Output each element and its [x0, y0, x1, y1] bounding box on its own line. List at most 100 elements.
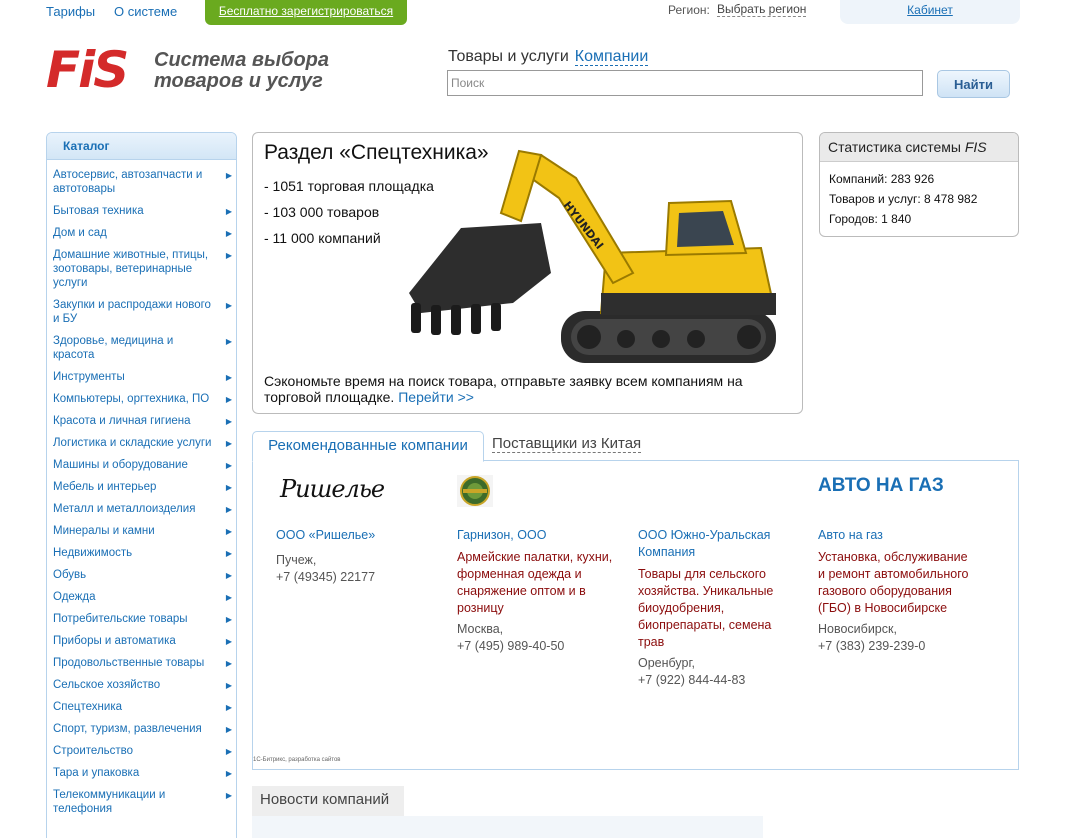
catalog-item[interactable]: Недвижимость ▶ [47, 546, 236, 568]
news-title: Новости компаний [252, 786, 404, 816]
arrow-right-icon: ▶ [225, 337, 232, 346]
logo-tagline: Система выбора товаров и услуг [154, 50, 329, 92]
catalog-item-label: Металл и металлоизделия [53, 503, 196, 515]
catalog-item-label: Приборы и автоматика [53, 635, 176, 647]
catalog-item[interactable]: Продовольственные товары ▶ [47, 656, 236, 678]
catalog-item-label: Обувь [53, 569, 87, 581]
news-panel [252, 816, 763, 838]
arrow-right-icon: ▶ [225, 791, 232, 800]
catalog-item[interactable]: Мебель и интерьер ▶ [47, 480, 236, 502]
catalog-item[interactable]: Потребительские товары ▶ [47, 612, 236, 634]
catalog-item-label: Недвижимость [53, 547, 133, 559]
search-input[interactable] [447, 70, 923, 96]
catalog-item[interactable]: Инструменты ▶ [47, 370, 236, 392]
search-tab-goods[interactable]: Товары и услуги [448, 48, 569, 65]
search-tab-companies[interactable]: Компании [574, 48, 649, 66]
catalog-item[interactable]: Тара и упаковка ▶ [47, 766, 236, 788]
catalog-item[interactable]: Спецтехника ▶ [47, 700, 236, 722]
arrow-right-icon: ▶ [225, 615, 232, 624]
stats-companies: Компаний: 283 926 [829, 172, 935, 186]
company-logo[interactable]: Ришелье [276, 475, 436, 519]
catalog-item[interactable]: Красота и личная гигиена ▶ [47, 414, 236, 436]
catalog-item[interactable]: Телекоммуникации и телефония ▶ [47, 788, 236, 824]
catalog-item-label: Бытовая техника [53, 205, 144, 217]
register-button[interactable]: Бесплатно зарегистрироваться [205, 0, 407, 25]
company-card: ООО Южно-Уральская Компания Товары для с… [638, 475, 798, 689]
catalog-item[interactable]: Машины и оборудование ▶ [47, 458, 236, 480]
tab-recommended-companies[interactable]: Рекомендованные компании [252, 431, 484, 462]
company-phone: +7 (383) 239-239-0 [818, 639, 926, 653]
catalog-item[interactable]: Компьютеры, оргтехника, ПО ▶ [47, 392, 236, 414]
catalog-item-label: Спецтехника [53, 701, 122, 713]
catalog-item[interactable]: Одежда ▶ [47, 590, 236, 612]
company-logo[interactable]: АВТО НА ГАЗ [818, 475, 978, 519]
promo-banner: Раздел «Спецтехника» - 1051 торговая пло… [252, 132, 803, 414]
catalog-item[interactable]: Приборы и автоматика ▶ [47, 634, 236, 656]
recommended-companies-panel: Ришелье ООО «Ришелье» Пучеж, +7 (49345) … [252, 460, 1019, 770]
arrow-right-icon: ▶ [225, 747, 232, 756]
cabinet-link[interactable]: Кабинет [907, 3, 953, 17]
region-select-link[interactable]: Выбрать регион [717, 3, 807, 17]
catalog-item-label: Сельское хозяйство [53, 679, 161, 691]
catalog-item[interactable]: Строительство ▶ [47, 744, 236, 766]
stats-panel: Статистика системы FIS Компаний: 283 926… [819, 132, 1019, 237]
arrow-right-icon: ▶ [225, 207, 232, 216]
arrow-right-icon: ▶ [225, 549, 232, 558]
logo-mark: FiS [46, 41, 129, 99]
catalog-item-label: Мебель и интерьер [53, 481, 157, 493]
arrow-right-icon: ▶ [225, 637, 232, 646]
arrow-right-icon: ▶ [225, 229, 232, 238]
catalog-item-label: Инструменты [53, 371, 125, 383]
catalog-list: Автосервис, автозапчасти и автотовары ▶ Бы… [47, 160, 236, 824]
company-phone: +7 (49345) 22177 [276, 570, 376, 584]
tariffs-link[interactable]: Тарифы [46, 4, 95, 19]
catalog-item[interactable]: Минералы и камни ▶ [47, 524, 236, 546]
catalog-item[interactable]: Сельское хозяйство ▶ [47, 678, 236, 700]
catalog-item-label: Спорт, туризм, развлечения [53, 723, 202, 735]
promo-go-link[interactable]: Перейти >> [398, 389, 474, 405]
catalog-item-label: Компьютеры, оргтехника, ПО [53, 393, 210, 405]
catalog-item[interactable]: Логистика и складские услуги ▶ [47, 436, 236, 458]
bitrix-credit-link[interactable]: 1С-Битрикс, разработка сайтов [253, 757, 341, 763]
catalog-title: Каталог [47, 133, 236, 160]
catalog-item[interactable]: Автосервис, автозапчасти и автотовары ▶ [47, 168, 236, 204]
catalog-item[interactable]: Металл и металлоизделия ▶ [47, 502, 236, 524]
arrow-right-icon: ▶ [225, 659, 232, 668]
about-link[interactable]: О системе [114, 4, 177, 19]
company-logo[interactable] [457, 475, 617, 519]
catalog-item-label: Здоровье, медицина и красота [53, 335, 174, 361]
company-logo-text: Ришелье [280, 475, 385, 503]
company-card: Гарнизон, ООО Армейские палатки, кухни, … [457, 475, 617, 655]
catalog-item[interactable]: Спорт, туризм, развлечения ▶ [47, 722, 236, 744]
catalog-item-label: Продовольственные товары [53, 657, 205, 669]
catalog-item[interactable]: Дом и сад ▶ [47, 226, 236, 248]
company-phone: +7 (922) 844-44-83 [638, 673, 746, 687]
cabinet-panel: Кабинет [840, 0, 1020, 24]
site-logo[interactable]: FiS Система выбора товаров и услуг [46, 44, 346, 100]
company-logo-text: АВТО НА ГАЗ [818, 475, 944, 496]
catalog-item[interactable]: Обувь ▶ [47, 568, 236, 590]
catalog-item[interactable]: Домашние животные, птицы, зоотовары, вет… [47, 248, 236, 298]
company-name-link[interactable]: ООО «Ришелье» [276, 527, 436, 544]
company-description: Товары для сельского хозяйства. Уникальн… [638, 567, 774, 649]
catalog-item[interactable]: Закупки и распродажи нового и БУ ▶ [47, 298, 236, 334]
company-name-link[interactable]: Гарнизон, ООО [457, 527, 617, 544]
company-description: Установка, обслуживание и ремонт автомоб… [818, 550, 969, 615]
company-name-link[interactable]: ООО Южно-Уральская Компания [638, 527, 798, 561]
catalog-item[interactable]: Бытовая техника ▶ [47, 204, 236, 226]
promo-text: Сэкономьте время на поиск товара, отправ… [264, 373, 743, 405]
catalog-item-label: Потребительские товары [53, 613, 188, 625]
stats-cities: Городов: 1 840 [829, 212, 912, 226]
search-button[interactable]: Найти [937, 70, 1010, 98]
stats-body: Компаний: 283 926 Товаров и услуг: 8 478… [820, 162, 1018, 236]
catalog-item[interactable]: Здоровье, медицина и красота ▶ [47, 334, 236, 370]
search-mode-tabs: Товары и услуги Компании [448, 48, 649, 66]
company-name-link[interactable]: Авто на газ [818, 527, 978, 544]
arrow-right-icon: ▶ [225, 395, 232, 404]
arrow-right-icon: ▶ [225, 301, 232, 310]
company-city: Оренбург, [638, 656, 695, 670]
company-city: Пучеж, [276, 553, 317, 567]
arrow-right-icon: ▶ [225, 505, 232, 514]
tab-china-suppliers[interactable]: Поставщики из Китая [492, 436, 642, 453]
catalog-item-label: Телекоммуникации и телефония [53, 789, 166, 815]
